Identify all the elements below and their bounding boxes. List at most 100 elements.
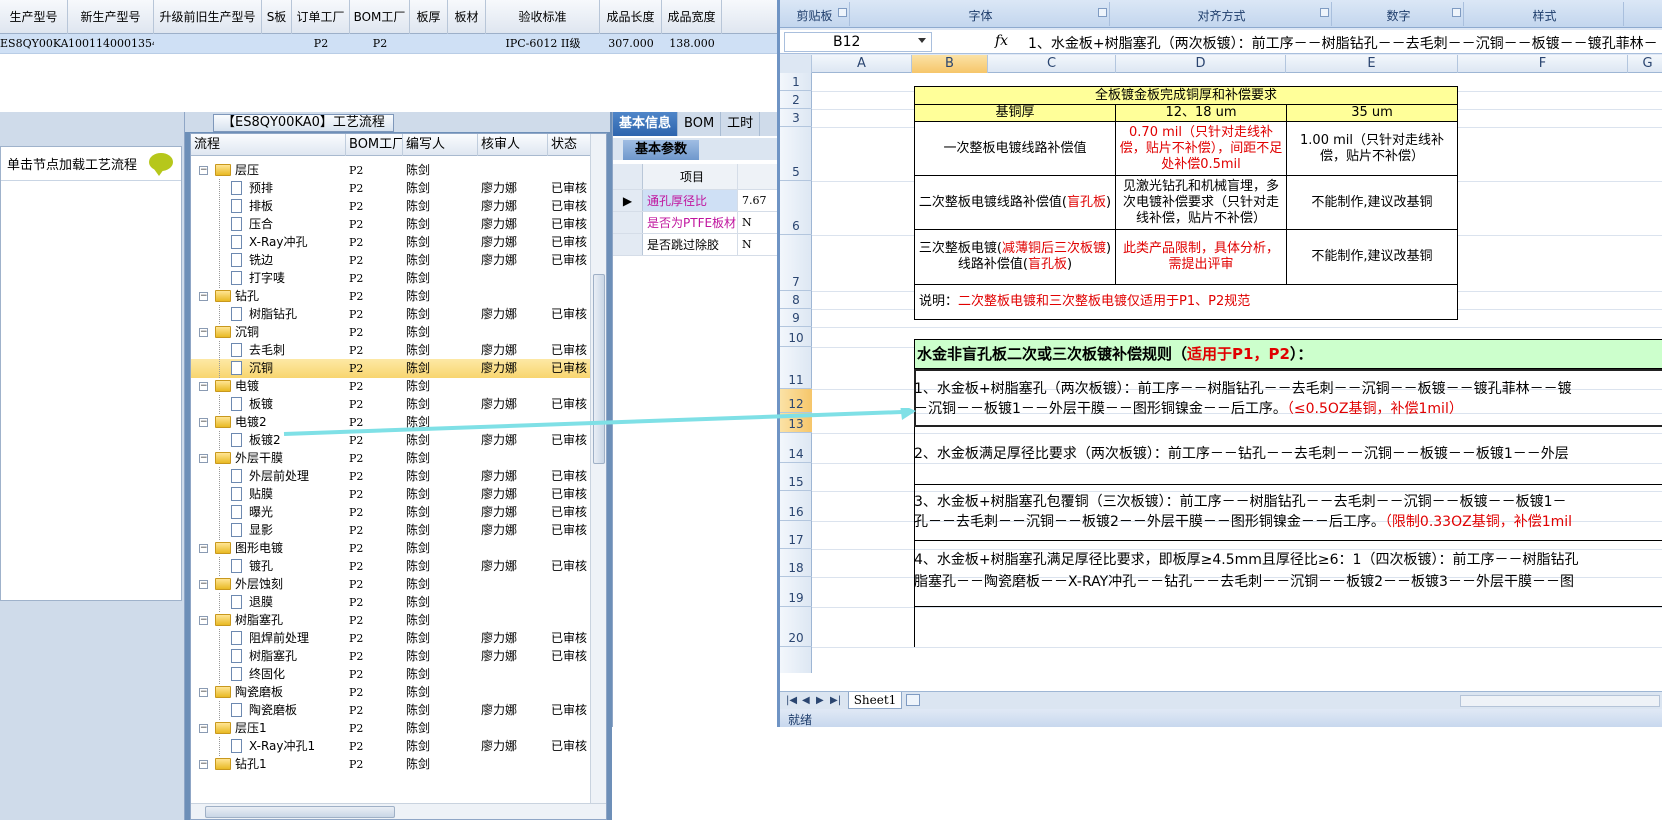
row-header[interactable]: 13	[780, 413, 812, 433]
tree-node[interactable]: X-Ray冲孔1	[191, 737, 346, 756]
tree-step-row[interactable]: 压合 P2 陈剑 廖力娜 已审核	[191, 215, 591, 234]
tree-node[interactable]: 镀孔	[191, 557, 346, 576]
vertical-scrollbar[interactable]	[590, 134, 606, 805]
dialog-launcher-icon[interactable]	[1452, 8, 1461, 17]
tree-step-row[interactable]: 陶瓷磨板 P2 陈剑 廖力娜 已审核	[191, 701, 591, 720]
column-header[interactable]: G	[1628, 55, 1662, 73]
tree-node[interactable]: 排板	[191, 197, 346, 216]
horizontal-scrollbar[interactable]	[191, 803, 606, 819]
row-header[interactable]: 16	[780, 491, 812, 521]
col-header[interactable]: 状态	[548, 134, 591, 156]
col-header[interactable]: 流程	[191, 134, 346, 156]
tree-node[interactable]: 显影	[191, 521, 346, 540]
row-header[interactable]: 11	[780, 347, 812, 389]
tree-node[interactable]: 曝光	[191, 503, 346, 522]
collapse-icon[interactable]: −	[199, 724, 208, 733]
name-box[interactable]: B12	[784, 32, 932, 52]
collapse-icon[interactable]: −	[199, 544, 208, 553]
param-value[interactable]: 7.67	[738, 190, 781, 211]
col-header[interactable]: BOM工厂	[350, 0, 410, 34]
tree-node[interactable]: 退膜	[191, 593, 346, 612]
tree-node[interactable]: 预排	[191, 179, 346, 198]
tree-folder-row[interactable]: − 图形电镀 P2 陈剑	[191, 539, 591, 558]
tree-step-row[interactable]: 外层前处理 P2 陈剑 廖力娜 已审核	[191, 467, 591, 486]
tree-folder-row[interactable]: − 电镀2 P2 陈剑	[191, 413, 591, 432]
ribbon-group-styles[interactable]: 样式	[1466, 2, 1624, 26]
tree-step-row[interactable]: 阻焊前处理 P2 陈剑 廖力娜 已审核	[191, 629, 591, 648]
tree-node[interactable]: 陶瓷磨板	[191, 701, 346, 720]
tree-node[interactable]: 板镀	[191, 395, 346, 414]
row-header[interactable]: 2	[780, 91, 812, 109]
col-header[interactable]: 成品宽度	[662, 0, 722, 34]
collapse-icon[interactable]: −	[199, 166, 208, 175]
column-header[interactable]: C	[988, 55, 1116, 73]
tree-node[interactable]: − 钻孔1	[191, 755, 346, 774]
scrollbar-thumb[interactable]	[593, 274, 605, 464]
tree-folder-row[interactable]: − 陶瓷磨板 P2 陈剑	[191, 683, 591, 702]
tree-node[interactable]: 树脂塞孔	[191, 647, 346, 666]
scrollbar-thumb[interactable]	[205, 806, 395, 818]
header-12-18um[interactable]: 12、18 um	[1115, 104, 1287, 122]
worksheet[interactable]: A B C D E F G 1 2 3 5 6 7 8 9 10 11 12 13 14 15 16 17 18…	[780, 55, 1662, 691]
collapse-icon[interactable]: −	[199, 292, 208, 301]
tree-node[interactable]: 外层前处理	[191, 467, 346, 486]
tree-node[interactable]: − 电镀	[191, 377, 346, 396]
row2-12-18[interactable]: 见激光钻孔和机械盲埋，多次电镀补偿要求（只针对走线补偿，贴片不补偿）	[1115, 175, 1287, 230]
tree-node[interactable]: − 外层蚀刻	[191, 575, 346, 594]
col-header[interactable]: 核审人	[478, 134, 548, 156]
collapse-icon[interactable]: −	[199, 418, 208, 427]
collapse-icon[interactable]: −	[199, 580, 208, 589]
tree-step-row[interactable]: 沉铜 P2 陈剑 廖力娜 已审核	[191, 359, 591, 378]
row1-35[interactable]: 1.00 mil（只针对走线补偿，贴片不补偿）	[1286, 121, 1458, 176]
tree-step-row[interactable]: X-Ray冲孔 P2 陈剑 廖力娜 已审核	[191, 233, 591, 252]
col-header[interactable]: 生产型号	[0, 0, 68, 34]
tree-step-row[interactable]: 终固化 P2 陈剑	[191, 665, 591, 684]
param-row[interactable]: ▶ 通孔厚径比 7.67	[613, 190, 781, 212]
tree-folder-row[interactable]: − 沉铜 P2 陈剑	[191, 323, 591, 342]
col-header[interactable]: 成品长度	[600, 0, 662, 34]
tree-step-row[interactable]: 树脂塞孔 P2 陈剑 廖力娜 已审核	[191, 647, 591, 666]
col-header[interactable]: S板	[262, 0, 292, 34]
col-header[interactable]: 验收标准	[486, 0, 600, 34]
collapse-icon[interactable]: −	[199, 328, 208, 337]
row-header[interactable]: 1	[780, 73, 812, 91]
tree-folder-row[interactable]: − 钻孔 P2 陈剑	[191, 287, 591, 306]
tree-node[interactable]: − 层压	[191, 161, 346, 180]
table-title[interactable]: 全板镀金板完成铜厚和补偿要求	[914, 86, 1458, 105]
tree-node[interactable]: 沉铜	[191, 359, 346, 378]
row2-35[interactable]: 不能制作,建议改基铜	[1286, 175, 1458, 230]
row-header[interactable]: 14	[780, 433, 812, 463]
tree-node[interactable]: 打字唛	[191, 269, 346, 288]
process-flow-tree[interactable]: 流程 BOM工厂 编写人 核审人 状态 − 层压 P2 陈剑 预排 P2 陈剑 廖力娜 已审核排…	[190, 133, 607, 820]
tree-step-row[interactable]: 铣边 P2 陈剑 廖力娜 已审核	[191, 251, 591, 270]
row-header[interactable]: 18	[780, 549, 812, 577]
table-note[interactable]: 说明： 二次整板电镀和三次整板电镀仅适用于P1、P2规范	[914, 284, 1458, 320]
load-hint[interactable]: 单击节点加载工艺流程	[1, 147, 181, 181]
tree-step-row[interactable]: 树脂钻孔 P2 陈剑 廖力娜 已审核	[191, 305, 591, 324]
tab-basic-info[interactable]: 基本信息	[613, 112, 679, 136]
row2-label[interactable]: 二次整板电镀线路补偿值(盲孔板)	[914, 175, 1116, 230]
col-header[interactable]: BOM工厂	[346, 134, 403, 156]
row-header[interactable]: 19	[780, 577, 812, 607]
tree-folder-row[interactable]: − 层压1 P2 陈剑	[191, 719, 591, 738]
param-value[interactable]: N	[738, 212, 781, 233]
tree-node[interactable]: − 钻孔	[191, 287, 346, 306]
tree-folder-row[interactable]: − 电镀 P2 陈剑	[191, 377, 591, 396]
formula-input[interactable]: 1、水金板+树脂塞孔（两次板镀）：前工序－－树脂钻孔－－去毛刺－－沉铜－－板镀－…	[1028, 33, 1658, 53]
col-header[interactable]: 板材	[448, 0, 486, 34]
header-35um[interactable]: 35 um	[1286, 104, 1458, 122]
last-sheet-icon[interactable]: ▶|	[830, 695, 841, 706]
tree-step-row[interactable]: 预排 P2 陈剑 廖力娜 已审核	[191, 179, 591, 198]
column-header[interactable]: E	[1286, 55, 1458, 73]
tree-step-row[interactable]: 曝光 P2 陈剑 廖力娜 已审核	[191, 503, 591, 522]
row3-35[interactable]: 不能制作,建议改基铜	[1286, 229, 1458, 285]
horizontal-scrollbar[interactable]	[1460, 695, 1660, 707]
row3-label[interactable]: 三次整板电镀(减薄铜后三次板镀)线路补偿值(盲孔板)	[914, 229, 1116, 285]
ribbon-group-number[interactable]: 数字	[1334, 2, 1464, 26]
tree-node[interactable]: 铣边	[191, 251, 346, 270]
param-value[interactable]: N	[738, 234, 781, 255]
row-header[interactable]: 17	[780, 521, 812, 549]
rules-title[interactable]: 水金非盲孔板二次或三次板镀补偿规则（适用于P1，P2）：	[914, 339, 1662, 369]
tree-step-row[interactable]: 显影 P2 陈剑 廖力娜 已审核	[191, 521, 591, 540]
col-header[interactable]: 板厚	[410, 0, 448, 34]
